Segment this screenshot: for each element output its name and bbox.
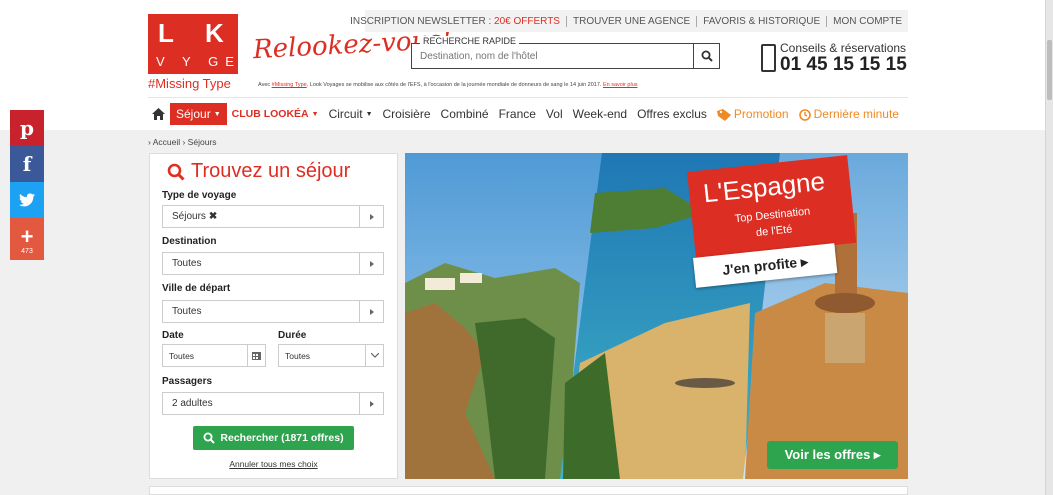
search-panel: Trouvez un séjour Type de voyage Séjours… (149, 153, 398, 479)
quick-search-button[interactable] (693, 44, 719, 68)
reset-link[interactable]: Annuler tous mes choix (150, 459, 397, 469)
missing-type-tag: #Missing Type (148, 76, 231, 91)
favorites-link[interactable]: FAVORIS & HISTORIQUE (696, 15, 826, 27)
quick-search-input[interactable] (420, 51, 690, 62)
remove-icon[interactable]: ✖ (209, 211, 217, 222)
quick-search-label: RECHERCHE RAPIDE (420, 36, 520, 46)
ville-value: Toutes (172, 306, 202, 317)
search-icon (701, 50, 713, 62)
logo-letter-k: K (205, 18, 224, 48)
ville-label: Ville de départ (162, 283, 231, 294)
share-count: 473 (21, 247, 33, 255)
twitter-share-button[interactable] (10, 182, 44, 218)
pinterest-share-button[interactable]: p (10, 110, 44, 146)
pinterest-icon: p (20, 116, 34, 140)
nav-derniere-label: Dernière minute (813, 107, 899, 121)
facebook-share-button[interactable]: f (10, 146, 44, 182)
destination-label: Destination (162, 236, 217, 247)
nav-promotion[interactable]: Promotion (712, 107, 794, 121)
facebook-icon: f (22, 152, 32, 176)
nav-circuit[interactable]: Circuit ▼ (324, 107, 378, 121)
newsletter-offer: 20€ OFFERTS (494, 15, 560, 27)
tag-icon (716, 108, 731, 121)
nav-vol[interactable]: Vol (541, 107, 568, 121)
nav-sejour-label: Séjour (176, 107, 211, 121)
chevron-down-icon[interactable] (365, 345, 383, 366)
notice-text: , Look Voyages se mobilise aux côtés de … (306, 82, 603, 88)
nav-promotion-label: Promotion (733, 107, 789, 121)
search-icon (203, 432, 216, 444)
banner-title: L'Espagne (701, 165, 827, 209)
passagers-value: 2 adultes (172, 398, 213, 409)
search-panel-title: Trouvez un séjour (167, 160, 350, 183)
passagers-label: Passagers (162, 376, 213, 387)
home-icon (151, 108, 165, 120)
chevron-right-icon[interactable] (359, 301, 383, 322)
search-icon (167, 163, 185, 181)
logo-letter-l: L (158, 18, 174, 48)
date-label: Date (162, 330, 184, 341)
chevron-right-icon[interactable] (359, 206, 383, 227)
calendar-icon[interactable] (247, 345, 265, 366)
type-label: Type de voyage (162, 190, 237, 201)
date-field[interactable]: Toutes (162, 344, 266, 367)
logo-subline: V Y GES (156, 54, 257, 69)
search-title-text: Trouvez un séjour (191, 160, 351, 182)
chevron-down-icon: ▼ (311, 110, 319, 118)
nav-france[interactable]: France (494, 107, 541, 121)
duree-value: Toutes (285, 351, 311, 361)
newsletter-link[interactable]: INSCRIPTION NEWSLETTER : 20€ OFFERTS (344, 16, 566, 27)
notice-prefix: Avec (258, 82, 272, 88)
top-links: INSCRIPTION NEWSLETTER : 20€ OFFERTS TRO… (350, 10, 908, 32)
nav-combine[interactable]: Combiné (436, 107, 494, 121)
duree-label: Durée (278, 330, 307, 341)
nav-club-lookea[interactable]: CLUB LOOKÉA ▼ (227, 108, 324, 120)
ville-select[interactable]: Toutes (162, 300, 384, 323)
account-link[interactable]: MON COMPTE (826, 15, 908, 27)
breadcrumb[interactable]: › Accueil › Séjours (148, 137, 217, 147)
type-value: Séjours (172, 211, 206, 222)
logo[interactable]: L K V Y GES (148, 14, 250, 74)
search-button-label: Rechercher (1871 offres) (220, 432, 344, 444)
nav-croisiere[interactable]: Croisière (378, 107, 436, 121)
nav-offres-exclus[interactable]: Offres exclus (632, 107, 712, 121)
next-section-card (149, 486, 908, 495)
chevron-right-icon[interactable] (359, 393, 383, 414)
notice-tag[interactable]: #Missing Type (272, 82, 307, 88)
nav-derniere-minute[interactable]: Dernière minute (794, 107, 904, 121)
passagers-select[interactable]: 2 adultes (162, 392, 384, 415)
newsletter-label: INSCRIPTION NEWSLETTER : (350, 15, 495, 27)
search-button[interactable]: Rechercher (1871 offres) (193, 426, 354, 450)
agency-link[interactable]: TROUVER UNE AGENCE (565, 15, 696, 27)
nav-club-label: CLUB LOOKÉA (231, 108, 309, 120)
home-link[interactable] (148, 108, 168, 120)
scrollbar[interactable] (1045, 0, 1053, 495)
more-share-button[interactable]: + 473 (10, 218, 44, 260)
type-select[interactable]: Séjours ✖ (162, 205, 384, 228)
chevron-down-icon: ▼ (213, 110, 221, 118)
duree-select[interactable]: Toutes (278, 344, 384, 367)
nav-circuit-label: Circuit (328, 107, 363, 121)
notice-more-link[interactable]: En savoir plus (603, 82, 638, 88)
phone-icon (761, 44, 776, 72)
nav-weekend[interactable]: Week-end (568, 107, 632, 121)
clock-icon (798, 109, 811, 121)
destination-select[interactable]: Toutes (162, 252, 384, 275)
twitter-icon (19, 193, 35, 207)
voir-offres-button[interactable]: Voir les offres ▸ (767, 441, 898, 469)
efs-notice: Avec #Missing Type, Look Voyages se mobi… (258, 82, 638, 88)
date-value: Toutes (169, 351, 195, 361)
plus-icon: + (20, 223, 34, 249)
nav-sejour[interactable]: Séjour ▼ (170, 103, 227, 125)
phone-label: Conseils & réservations (780, 41, 907, 55)
chevron-right-icon[interactable] (359, 253, 383, 274)
chevron-down-icon: ▼ (365, 111, 373, 119)
type-chip[interactable]: Séjours ✖ (172, 211, 217, 222)
phone-number[interactable]: 01 45 15 15 15 (780, 54, 907, 76)
header-divider (148, 97, 908, 98)
quick-search: RECHERCHE RAPIDE (411, 36, 720, 69)
main-nav: Séjour ▼ CLUB LOOKÉA ▼ Circuit ▼ Croisière … (148, 103, 904, 125)
destination-value: Toutes (172, 258, 202, 269)
scrollbar-thumb[interactable] (1047, 40, 1052, 100)
